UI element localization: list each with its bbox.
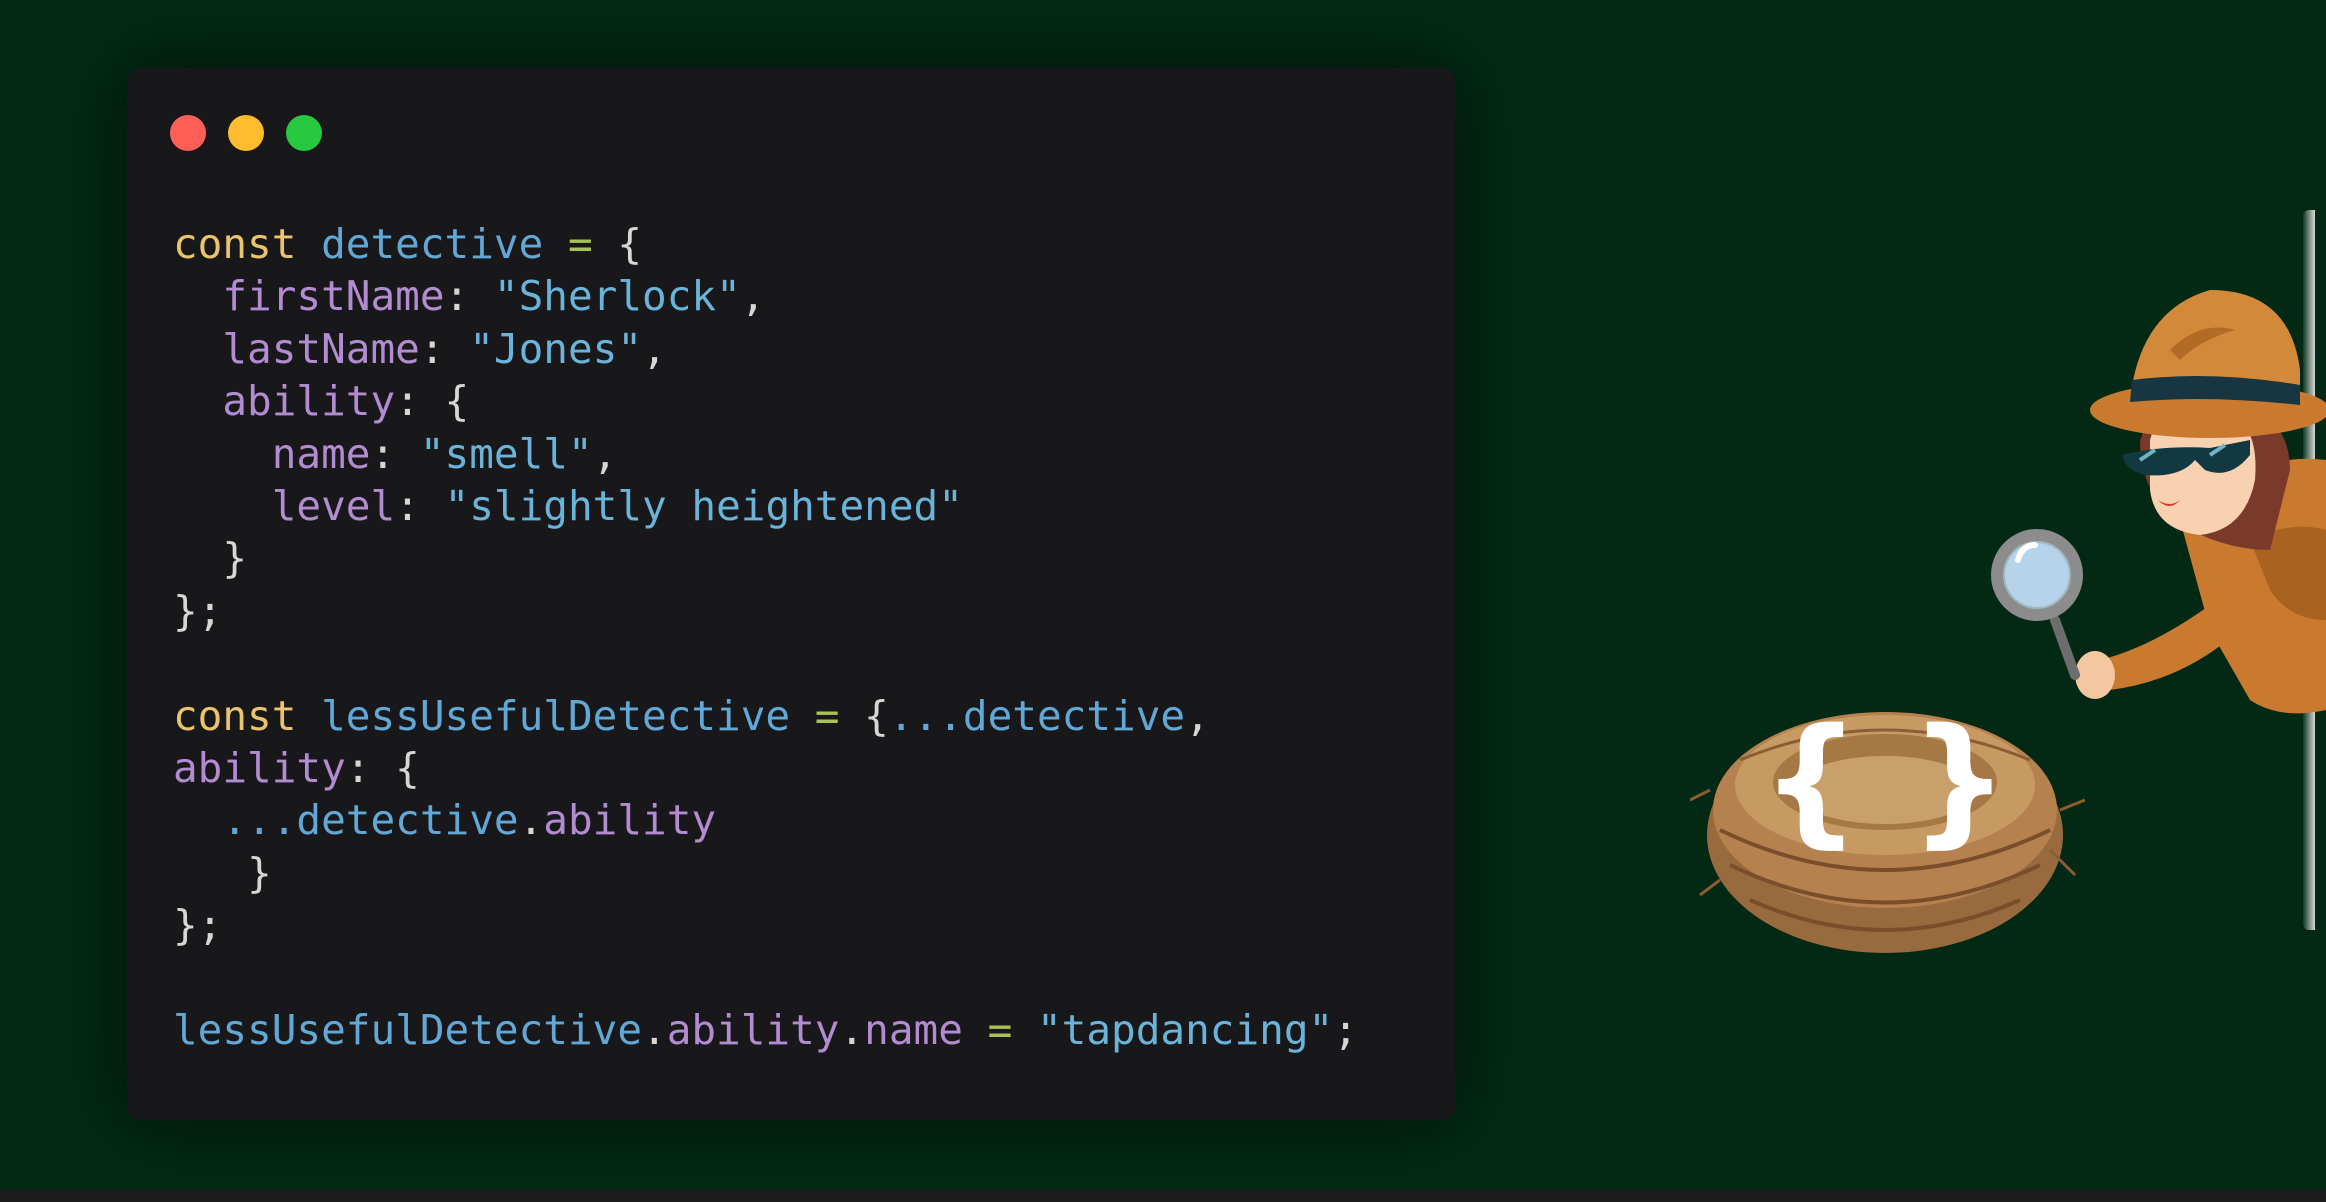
property-token: name	[271, 429, 371, 478]
punctuation-token: };	[173, 586, 223, 635]
operator-token: =	[987, 1005, 1013, 1054]
punctuation-token: };	[173, 901, 223, 950]
variable-token: lessUsefulDetective	[321, 691, 791, 740]
indent-token	[173, 849, 247, 897]
operator-token: =	[567, 220, 593, 268]
close-window-button[interactable]	[170, 115, 206, 151]
nest-braces-label: { }	[1761, 699, 2009, 862]
property-token: lastName	[222, 324, 420, 373]
punctuation-token: :	[370, 429, 420, 478]
string-token: "slightly heightened"	[444, 481, 963, 530]
punctuation-token: :	[444, 272, 494, 321]
code-line-10: const lessUsefulDetective = {...detectiv…	[173, 690, 1358, 742]
code-block: const detective = { firstName: "Sherlock…	[173, 218, 1358, 1056]
code-line-12: ...detective.ability	[173, 794, 1358, 846]
code-line-8: };	[173, 585, 1358, 637]
window-controls	[170, 115, 322, 151]
indent-token	[173, 430, 272, 478]
punctuation-token: .	[642, 1005, 667, 1054]
property-token: ability	[173, 743, 346, 792]
indent-token	[173, 482, 272, 530]
code-line-2: firstName: "Sherlock",	[173, 270, 1358, 322]
punctuation-token: }	[247, 848, 272, 897]
code-line-7: }	[173, 532, 1358, 584]
punctuation-token: ,	[1185, 691, 1210, 740]
property-token: ability	[543, 796, 717, 845]
code-line-1: const detective = {	[173, 218, 1358, 270]
variable-token: detective	[321, 220, 544, 268]
code-editor-window: const detective = { firstName: "Sherlock…	[127, 68, 1455, 1120]
indent-token	[173, 272, 222, 320]
punctuation-token: :	[419, 324, 470, 373]
magnifying-glass-icon	[1991, 529, 2083, 680]
string-token: "Jones"	[469, 324, 643, 373]
indent-token	[173, 325, 222, 373]
maximize-window-button[interactable]	[286, 115, 322, 151]
detective-character-icon	[2075, 290, 2326, 714]
string-token: "smell"	[419, 429, 593, 478]
punctuation-token: {	[864, 691, 889, 740]
property-token: firstName	[222, 272, 445, 321]
code-line-3: lastName: "Jones",	[173, 323, 1358, 375]
punctuation-token: .	[518, 796, 544, 845]
string-token: "tapdancing"	[1036, 1005, 1334, 1054]
spread-token: ...detective	[222, 796, 519, 845]
punctuation-token: ,	[642, 324, 667, 373]
indent-token	[173, 534, 222, 582]
property-token: ability	[222, 377, 396, 426]
indent-token	[173, 796, 222, 844]
punctuation-token: .	[839, 1005, 865, 1054]
punctuation-token: {	[395, 743, 420, 792]
punctuation-token: :	[345, 743, 396, 792]
code-line-14: };	[173, 899, 1358, 951]
variable-token: lessUsefulDetective	[173, 1005, 642, 1054]
punctuation-token: {	[444, 377, 470, 426]
punctuation-token: ,	[740, 272, 766, 321]
punctuation-token: }	[222, 534, 248, 583]
spread-token: ...detective	[888, 691, 1186, 740]
bottom-strip	[0, 1190, 2326, 1202]
property-token: ability	[666, 1005, 840, 1054]
keyword-token: const	[173, 220, 297, 268]
indent-token	[173, 377, 222, 425]
string-token: "Sherlock"	[493, 272, 741, 321]
code-line-16: lessUsefulDetective.ability.name = "tapd…	[173, 1004, 1358, 1056]
punctuation-token: {	[617, 220, 643, 268]
property-token: name	[864, 1005, 963, 1054]
punctuation-token: :	[395, 377, 445, 426]
code-line-13: }	[173, 847, 1358, 899]
detective-illustration: { }	[1690, 290, 2326, 953]
operator-token: =	[814, 691, 840, 740]
code-line-6: level: "slightly heightened"	[173, 480, 1358, 532]
punctuation-token: ,	[592, 429, 618, 478]
code-line-5: name: "smell",	[173, 428, 1358, 480]
keyword-token: const	[173, 691, 297, 740]
punctuation-token: :	[395, 481, 445, 530]
minimize-window-button[interactable]	[228, 115, 264, 151]
bird-nest-icon: { }	[1690, 699, 2086, 953]
punctuation-token: ;	[1333, 1005, 1358, 1054]
property-token: level	[271, 481, 396, 530]
code-line-11: ability: {	[173, 742, 1358, 794]
code-line-4: ability: {	[173, 375, 1358, 427]
